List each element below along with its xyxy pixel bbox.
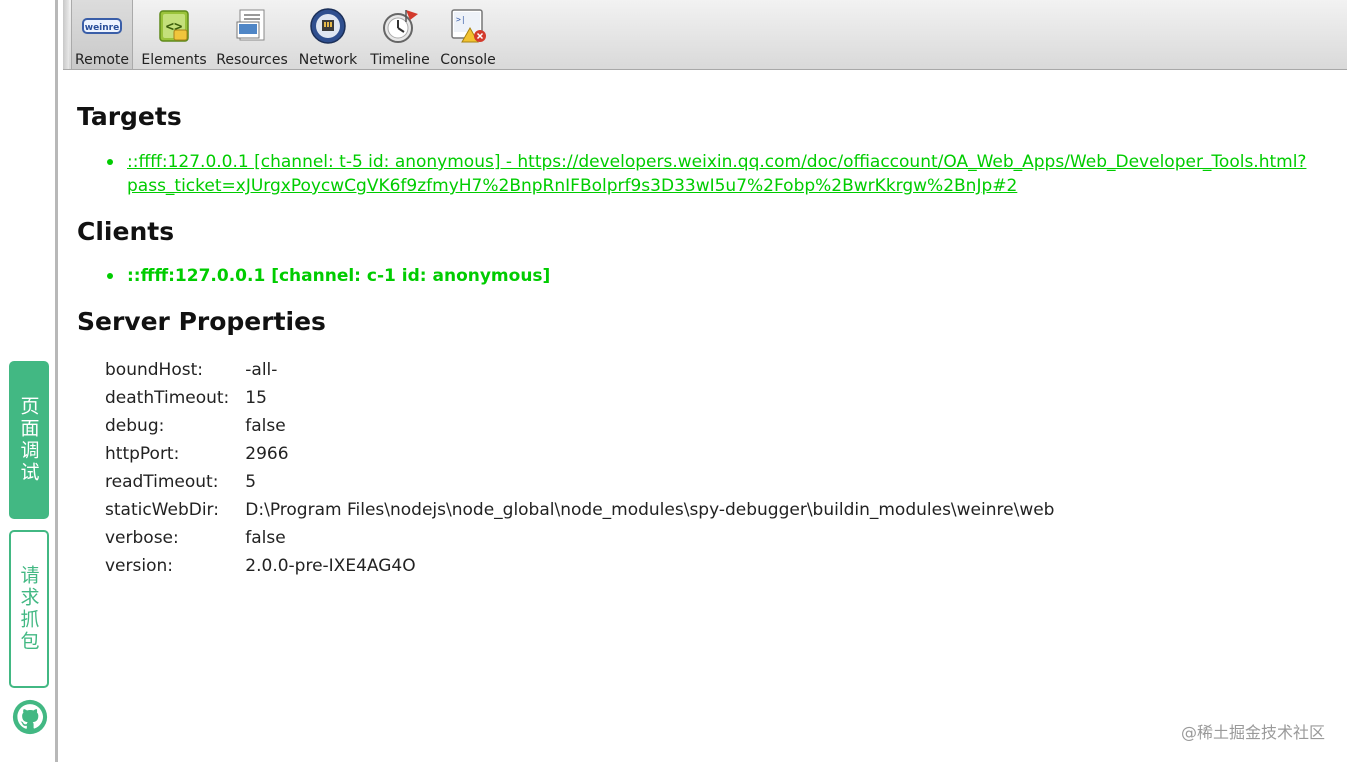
server-properties-table: boundHost: -all- deathTimeout: 15 debug:…: [101, 356, 1058, 580]
table-row: version: 2.0.0-pre-IXE4AG4O: [101, 552, 1058, 580]
tool-label: Console: [440, 52, 496, 68]
tool-console[interactable]: >| Console: [437, 0, 499, 69]
property-value: 2966: [245, 444, 289, 464]
toolbar: weinre Remote <> Elements Resources Netw…: [63, 0, 1347, 70]
github-icon[interactable]: [12, 699, 48, 735]
weinre-page: 页面调试 请求抓包 weinre Remote <> Elements Reso…: [0, 0, 1347, 762]
request-capture-button[interactable]: 请求抓包: [9, 530, 49, 688]
tool-label: Elements: [141, 52, 207, 68]
table-row: debug: false: [101, 412, 1058, 440]
tool-resources[interactable]: Resources: [213, 0, 291, 69]
property-value: -all-: [245, 360, 278, 380]
console-icon: >|: [451, 9, 486, 43]
rail-divider: [55, 0, 58, 762]
property-key: verbose:: [105, 528, 179, 548]
list-bullet: [107, 159, 113, 165]
tool-remote[interactable]: weinre Remote: [71, 0, 133, 69]
property-key: readTimeout:: [105, 472, 219, 492]
tool-timeline[interactable]: Timeline: [367, 0, 433, 69]
tool-label: Network: [298, 52, 358, 68]
left-sidebar: 页面调试 请求抓包: [0, 0, 56, 762]
property-value: 5: [245, 472, 257, 492]
table-row: deathTimeout: 15: [101, 384, 1058, 412]
client-entry: ::ffff:127.0.0.1 [channel: c-1 id: anony…: [127, 266, 551, 286]
tool-label: Timeline: [370, 52, 430, 68]
tool-label: Remote: [74, 52, 130, 68]
server-properties-title: Server Properties: [77, 307, 326, 336]
tool-label: Resources: [216, 52, 288, 68]
table-row: readTimeout: 5: [101, 468, 1058, 496]
network-icon: [310, 8, 346, 44]
tool-elements[interactable]: <> Elements: [139, 0, 209, 69]
table-row: httpPort: 2966: [101, 440, 1058, 468]
target-link[interactable]: ::ffff:127.0.0.1 [channel: t-5 id: anony…: [127, 150, 1307, 198]
elements-icon: <>: [159, 10, 189, 42]
svg-text:>|: >|: [456, 15, 466, 24]
page-debug-button[interactable]: 页面调试: [9, 361, 49, 519]
weinre-logo-text: weinre: [85, 23, 119, 33]
clients-title: Clients: [77, 217, 175, 246]
targets-title: Targets: [77, 102, 182, 131]
property-key: httpPort:: [105, 444, 180, 464]
timeline-icon: [383, 10, 418, 43]
property-value: 15: [245, 388, 267, 408]
table-row: verbose: false: [101, 524, 1058, 552]
watermark: @稀土掘金技术社区: [1180, 723, 1325, 742]
property-key: deathTimeout:: [105, 388, 230, 408]
property-key: debug:: [105, 416, 165, 436]
weinre-logo-icon: weinre: [82, 18, 122, 34]
property-value: false: [245, 416, 286, 436]
list-bullet: [107, 273, 113, 279]
property-key: version:: [105, 556, 173, 576]
toolbar-edge: [63, 0, 69, 69]
property-value: 2.0.0-pre-IXE4AG4O: [245, 556, 416, 576]
table-row: boundHost: -all-: [101, 356, 1058, 384]
property-key: boundHost:: [105, 360, 203, 380]
resources-icon: [236, 9, 265, 41]
property-value: false: [245, 528, 286, 548]
tool-network[interactable]: Network: [295, 0, 361, 69]
property-key: staticWebDir:: [105, 500, 219, 520]
table-row: staticWebDir: D:\Program Files\nodejs\no…: [101, 496, 1058, 524]
property-value: D:\Program Files\nodejs\node_global\node…: [245, 500, 1055, 520]
